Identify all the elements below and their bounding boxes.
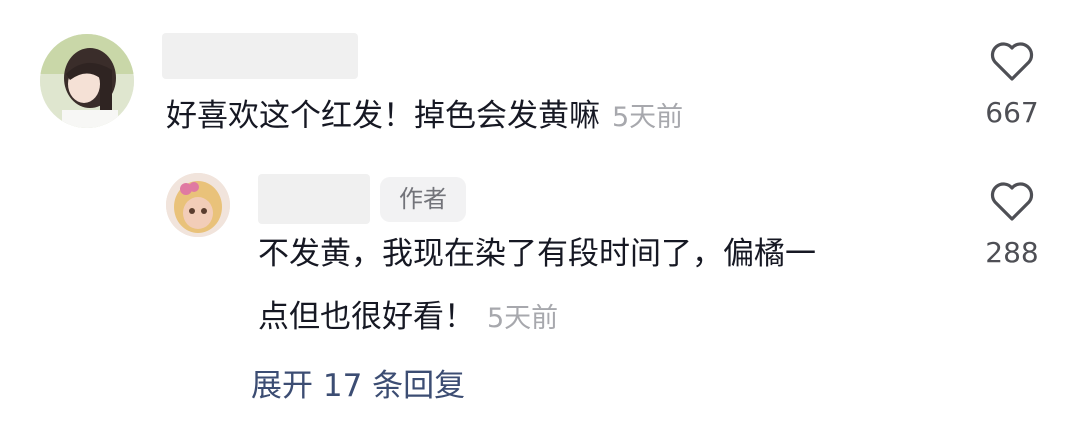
commenter-avatar-image: [40, 34, 134, 128]
comment-like-count: 667: [985, 96, 1039, 129]
heart-outline-icon: [990, 42, 1034, 81]
comment-text: 好喜欢这个红发！掉色会发黄嘛: [166, 98, 600, 134]
author-name-redacted[interactable]: [258, 174, 370, 224]
author-badge: 作者: [380, 177, 466, 222]
reply-text-line-1: 不发黄，我现在染了有段时间了，偏橘一: [258, 236, 816, 272]
reply-like-button[interactable]: 288: [962, 180, 1062, 270]
reply-text-line-2: 点但也很好看！: [258, 299, 475, 335]
author-avatar-image: [166, 173, 230, 237]
commenter-name-redacted[interactable]: [162, 33, 358, 79]
reply-time: 5天前: [487, 303, 559, 334]
comment-body: 好喜欢这个红发！掉色会发黄嘛 5天前: [166, 96, 683, 138]
expand-replies-link[interactable]: 展开 17 条回复: [251, 366, 465, 406]
comment-time: 5天前: [612, 102, 684, 133]
comment-like-button[interactable]: 667: [962, 40, 1062, 130]
reply-body-line-2: 点但也很好看！ 5天前: [258, 297, 558, 339]
author-avatar[interactable]: [166, 173, 230, 237]
reply-like-count: 288: [985, 236, 1039, 269]
commenter-avatar[interactable]: [40, 34, 134, 128]
heart-outline-icon: [990, 182, 1034, 221]
comment-thread: 好喜欢这个红发！掉色会发黄嘛 5天前 667 作者 不发黄，我现在染了有段时间了，…: [0, 0, 1080, 428]
